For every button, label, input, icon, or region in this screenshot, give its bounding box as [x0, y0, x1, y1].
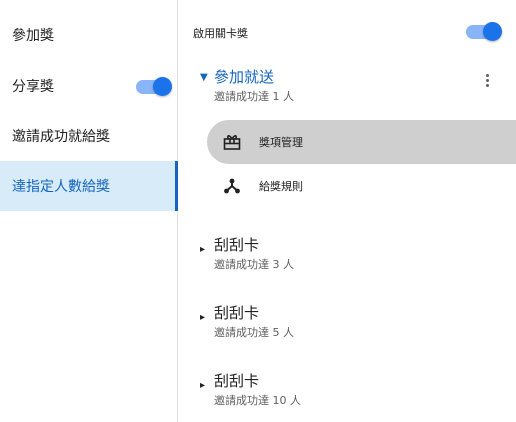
- prize-management-item[interactable]: 獎項管理: [207, 120, 516, 164]
- caret-right-icon[interactable]: ▸: [200, 380, 205, 391]
- more-vert-icon[interactable]: [480, 72, 494, 88]
- sidebar-item-participation-prize[interactable]: 參加獎: [0, 10, 177, 60]
- sidebar-item-label: 邀請成功就給獎: [12, 129, 110, 145]
- level-section[interactable]: ▸ 刮刮卡 邀請成功達 3 人: [179, 234, 516, 278]
- level-subtitle: 邀請成功達 3 人: [214, 258, 294, 271]
- level-section[interactable]: ▸ 刮刮卡 邀請成功達 10 人: [179, 370, 516, 414]
- sidebar-item-target-count-prize[interactable]: 達指定人數給獎: [0, 161, 178, 211]
- sidebar-item-label: 參加獎: [12, 28, 54, 44]
- caret-right-icon[interactable]: ▸: [200, 312, 205, 323]
- caret-right-icon[interactable]: ▸: [200, 244, 205, 255]
- main-panel: 啟用關卡獎 ▼ 參加就送 邀請成功達 1 人 獎項管理 給獎規則 ▸ 刮刮卡 邀…: [179, 0, 516, 422]
- level-section[interactable]: ▸ 刮刮卡 邀請成功達 5 人: [179, 302, 516, 346]
- level-title: 刮刮卡: [214, 304, 260, 322]
- network-tree-icon: [222, 176, 242, 196]
- sidebar: 參加獎 分享獎 邀請成功就給獎 達指定人數給獎: [0, 0, 178, 422]
- prize-rules-label: 給獎規則: [259, 180, 303, 193]
- level-title: 參加就送: [214, 68, 275, 86]
- level-title: 刮刮卡: [214, 372, 260, 390]
- sidebar-item-label: 達指定人數給獎: [12, 179, 110, 195]
- prize-rules-item[interactable]: 給獎規則: [207, 164, 516, 208]
- level-title: 刮刮卡: [214, 236, 260, 254]
- level-subtitle: 邀請成功達 10 人: [214, 394, 301, 407]
- enable-level-prize-toggle[interactable]: [466, 22, 502, 41]
- toggle-knob: [483, 22, 502, 41]
- level-subtitle: 邀請成功達 1 人: [214, 90, 294, 103]
- gift-box-icon: [222, 132, 242, 152]
- sidebar-item-share-prize[interactable]: 分享獎: [0, 61, 177, 111]
- sidebar-item-label: 分享獎: [12, 79, 54, 95]
- toggle-knob: [153, 77, 172, 96]
- share-prize-toggle[interactable]: [136, 77, 172, 96]
- prize-management-label: 獎項管理: [259, 136, 303, 149]
- enable-level-prize-label: 啟用關卡獎: [193, 27, 248, 40]
- level-subtitle: 邀請成功達 5 人: [214, 326, 294, 339]
- sidebar-item-invite-success-prize[interactable]: 邀請成功就給獎: [0, 111, 177, 161]
- level-section[interactable]: ▼ 參加就送 邀請成功達 1 人: [179, 66, 516, 110]
- caret-down-icon[interactable]: ▼: [200, 72, 208, 83]
